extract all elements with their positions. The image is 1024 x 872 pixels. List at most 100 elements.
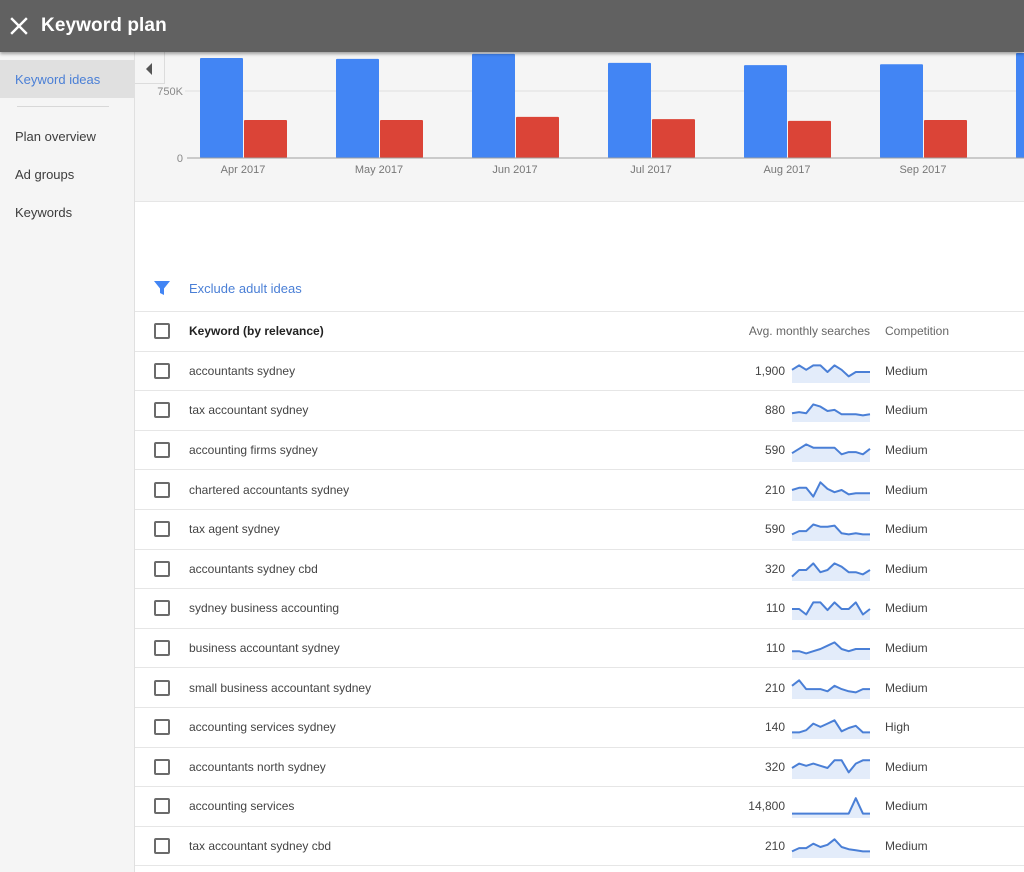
avg-monthly-searches: 14,800 xyxy=(748,799,785,814)
row-checkbox[interactable] xyxy=(154,758,170,775)
bar-series-1 xyxy=(472,53,515,158)
trend-sparkline xyxy=(791,838,870,858)
avg-monthly-searches: 590 xyxy=(764,443,785,458)
sidebar-item-label: Keyword ideas xyxy=(15,71,101,87)
keyword-text: accounting services sydney xyxy=(189,720,336,735)
trend-sparkline xyxy=(791,403,871,423)
bar-series-1 xyxy=(608,62,651,158)
x-tick-label: Sep 2017 xyxy=(899,164,946,176)
sidebar-item-keyword-ideas[interactable]: Keyword ideas xyxy=(0,60,134,98)
sparkline-area xyxy=(792,720,870,739)
table-row[interactable]: accounting firms sydney 590 Medium xyxy=(135,431,1024,471)
x-tick-label: May 2017 xyxy=(355,164,403,176)
trend-sparkline xyxy=(792,641,870,660)
column-header-keyword[interactable]: Keyword (by relevance) xyxy=(189,324,324,338)
competition-level: Medium xyxy=(885,363,928,378)
close-button[interactable] xyxy=(9,16,29,36)
bar-series-2 xyxy=(380,120,423,158)
trend-sparkline xyxy=(792,797,870,819)
keyword-text: business accountant sydney xyxy=(189,641,340,656)
sidebar-item-keywords[interactable]: Keywords xyxy=(0,193,134,231)
row-checkbox[interactable] xyxy=(154,560,170,577)
row-checkbox[interactable] xyxy=(154,481,170,498)
trend-sparkline xyxy=(791,443,871,462)
competition-level: Medium xyxy=(885,403,928,418)
sidebar-item-plan-overview[interactable]: Plan overview xyxy=(0,117,134,155)
trend-sparkline xyxy=(791,363,870,383)
keyword-text: chartered accountants sydney xyxy=(189,482,350,497)
filter-icon[interactable] xyxy=(153,279,171,297)
trend-sparkline xyxy=(791,758,870,779)
row-checkbox[interactable] xyxy=(154,402,170,419)
sidebar-item-label: Plan overview xyxy=(15,128,96,144)
avg-monthly-searches: 140 xyxy=(764,720,785,735)
exclude-adult-ideas-link[interactable]: Exclude adult ideas xyxy=(189,281,302,296)
row-checkbox[interactable] xyxy=(154,640,170,657)
table-row[interactable]: tax accountant sydney cbd 210 Medium xyxy=(135,827,1024,867)
select-all-checkbox[interactable] xyxy=(154,323,170,340)
competition-level: Medium xyxy=(885,799,928,814)
row-checkbox[interactable] xyxy=(154,719,170,736)
bar-series-1 xyxy=(744,65,787,158)
competition-level: High xyxy=(885,720,910,735)
sidebar-item-ad-groups[interactable]: Ad groups xyxy=(0,155,134,193)
x-tick-label: Aug 2017 xyxy=(763,164,810,176)
table-row[interactable]: accountants sydney cbd 320 Medium xyxy=(135,550,1024,590)
competition-level: Medium xyxy=(885,680,928,695)
avg-monthly-searches: 1,900 xyxy=(754,363,785,378)
table-row[interactable]: accountants north sydney 320 Medium xyxy=(135,748,1024,788)
top-app-bar: Keyword plan xyxy=(0,0,1024,52)
competition-level: Medium xyxy=(885,839,928,854)
x-tick-label: Jun 2017 xyxy=(492,164,537,176)
bar-series-2 xyxy=(788,120,831,158)
avg-monthly-searches: 210 xyxy=(764,839,785,854)
table-row[interactable]: sydney business accounting 110 Medium xyxy=(135,589,1024,629)
row-checkbox[interactable] xyxy=(154,442,170,459)
row-checkbox[interactable] xyxy=(154,521,170,538)
table-row[interactable]: accountants sydney 1,900 Medium xyxy=(135,352,1024,392)
sidebar-divider xyxy=(17,106,109,107)
trend-sparkline xyxy=(792,719,870,739)
bar-series-1 xyxy=(200,57,243,158)
x-tick-label: Jul 2017 xyxy=(630,164,672,176)
row-checkbox[interactable] xyxy=(154,362,170,379)
sparkline-area xyxy=(792,798,870,819)
avg-monthly-searches: 110 xyxy=(765,641,785,656)
sidebar-nav: Keyword ideas Plan overview Ad groups Ke… xyxy=(0,52,135,872)
avg-monthly-searches: 880 xyxy=(764,403,785,418)
competition-level: Medium xyxy=(885,759,928,774)
bar-series-2 xyxy=(652,119,695,158)
table-row[interactable]: small business accountant sydney 210 Mediu… xyxy=(135,668,1024,708)
row-checkbox[interactable] xyxy=(154,679,170,696)
y-tick-label: 750K xyxy=(157,86,183,98)
column-header-competition[interactable]: Competition xyxy=(885,324,949,338)
trend-sparkline xyxy=(791,561,871,581)
keyword-text: accountants sydney cbd xyxy=(189,561,318,576)
collapse-panel-button[interactable] xyxy=(135,52,165,84)
table-row[interactable]: accounting services sydney 140 High xyxy=(135,708,1024,748)
keyword-text: accounting services xyxy=(189,799,295,814)
table-row[interactable]: tax agent sydney 590 Medium xyxy=(135,510,1024,550)
close-icon xyxy=(10,17,28,35)
sidebar-item-label: Ad groups xyxy=(15,166,75,182)
table-row[interactable]: chartered accountants sydney 210 Medium xyxy=(135,470,1024,510)
keyword-text: small business accountant sydney xyxy=(189,680,372,695)
keyword-text: tax agent sydney xyxy=(189,522,280,537)
row-checkbox[interactable] xyxy=(154,838,170,855)
avg-monthly-searches: 320 xyxy=(764,759,785,774)
keyword-text: sydney business accounting xyxy=(189,601,340,616)
bar-series-1 xyxy=(1016,53,1024,158)
avg-monthly-searches: 210 xyxy=(764,482,785,497)
bar-series-2 xyxy=(924,120,967,158)
table-row[interactable]: business accountant sydney 110 Medium xyxy=(135,629,1024,669)
row-checkbox[interactable] xyxy=(154,798,170,815)
keyword-text: tax accountant sydney cbd xyxy=(189,839,332,854)
chevron-left-icon xyxy=(146,63,152,75)
table-row[interactable]: accounting services 14,800 Medium xyxy=(135,787,1024,827)
competition-level: Medium xyxy=(885,641,928,656)
row-checkbox[interactable] xyxy=(154,600,170,617)
column-header-searches[interactable]: Avg. monthly searches xyxy=(749,324,870,338)
bar-series-2 xyxy=(244,120,287,158)
sidebar-item-label: Keywords xyxy=(15,204,73,220)
table-row[interactable]: tax accountant sydney 880 Medium xyxy=(135,391,1024,431)
